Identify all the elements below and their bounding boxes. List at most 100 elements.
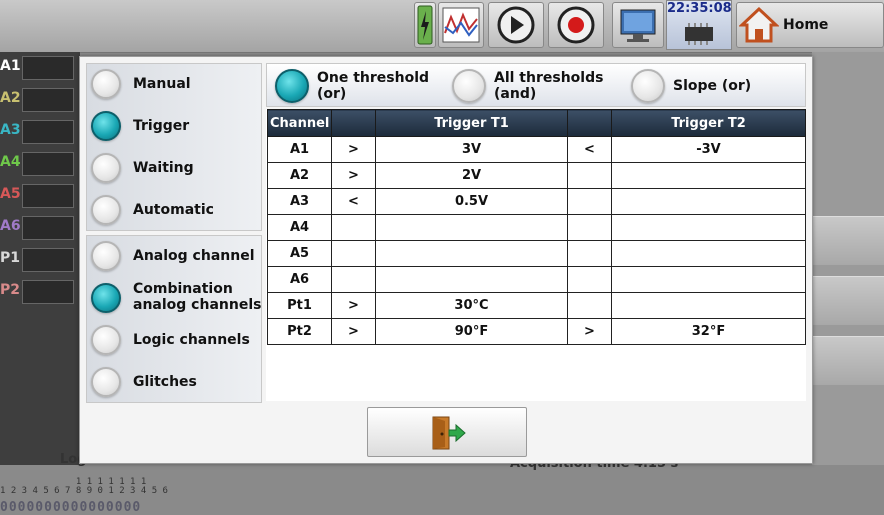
channel-label: A3	[0, 122, 21, 138]
radio-button-icon[interactable]	[631, 69, 665, 103]
cell-operator-t1[interactable]	[331, 240, 376, 267]
play-button[interactable]	[488, 2, 544, 48]
monitor-button[interactable]	[612, 2, 664, 48]
radio-button-icon[interactable]	[91, 367, 121, 397]
mode-option-manual[interactable]: Manual	[86, 63, 262, 105]
channel-row-a2[interactable]: A2	[0, 86, 80, 114]
mode-option-logic-channels[interactable]: Logic channels	[86, 319, 262, 361]
cell-channel: Pt2	[267, 318, 332, 345]
threshold-option-all-thresholds[interactable]: All thresholds (and)	[450, 64, 620, 108]
cell-value-t2[interactable]: -3V	[611, 136, 806, 163]
mode-option-combination-analog-channels[interactable]: Combination analog channels	[86, 277, 262, 319]
channel-row-p1[interactable]: P1	[0, 246, 80, 274]
cell-operator-t1[interactable]	[331, 214, 376, 241]
mode-option-waiting[interactable]: Waiting	[86, 147, 262, 189]
channel-row-a4[interactable]: A4	[0, 150, 80, 178]
cell-value-t2[interactable]	[611, 188, 806, 215]
mode-option-glitches[interactable]: Glitches	[86, 361, 262, 403]
cell-value-t2[interactable]	[611, 266, 806, 293]
cell-operator-t2[interactable]	[567, 240, 612, 267]
threshold-option-slope-or[interactable]: Slope (or)	[629, 64, 799, 108]
chart-icon[interactable]	[438, 2, 484, 48]
background-card	[812, 336, 884, 385]
cell-channel: A6	[267, 266, 332, 293]
mode-option-trigger[interactable]: Trigger	[86, 105, 262, 147]
mode-option-label-line1: Combination	[133, 281, 233, 297]
radio-button-icon[interactable]	[91, 283, 121, 313]
radio-button-icon[interactable]	[275, 69, 309, 103]
home-button[interactable]: Home	[736, 2, 884, 48]
radio-button-icon[interactable]	[452, 69, 486, 103]
cell-value-t1[interactable]	[375, 266, 568, 293]
record-button[interactable]	[548, 2, 604, 48]
cell-value-t1[interactable]: 30°C	[375, 292, 568, 319]
channel-row-a6[interactable]: A6	[0, 214, 80, 242]
channel-row-a3[interactable]: A3	[0, 118, 80, 146]
threshold-option-one-threshold[interactable]: One threshold (or)	[273, 64, 443, 108]
cell-operator-t1[interactable]: >	[331, 318, 376, 345]
channel-value-box	[22, 280, 74, 304]
mode-option-label: Trigger	[133, 118, 190, 134]
cell-value-t2[interactable]: 32°F	[611, 318, 806, 345]
header-operator-t1	[331, 109, 376, 137]
trigger-settings-dialog: Manual Trigger Waiting Automatic Analog chan…	[79, 56, 813, 464]
channel-label: A6	[0, 218, 21, 234]
cell-value-t2[interactable]	[611, 292, 806, 319]
cell-operator-t2[interactable]	[567, 292, 612, 319]
cell-channel: Pt1	[267, 292, 332, 319]
cell-operator-t1[interactable]	[331, 266, 376, 293]
trigger-mode-panel: Manual Trigger Waiting Automatic Analog chan…	[86, 63, 262, 403]
cell-value-t2[interactable]	[611, 214, 806, 241]
radio-button-icon[interactable]	[91, 241, 121, 271]
exit-button[interactable]	[367, 407, 527, 457]
radio-button-icon[interactable]	[91, 195, 121, 225]
cell-value-t1[interactable]: 3V	[375, 136, 568, 163]
cell-operator-t2[interactable]	[567, 214, 612, 241]
radio-button-icon[interactable]	[91, 153, 121, 183]
channel-row-a5[interactable]: A5	[0, 182, 80, 210]
cell-value-t2[interactable]	[611, 162, 806, 189]
cell-operator-t2[interactable]: >	[567, 318, 612, 345]
table-row: A2 >2V	[267, 162, 806, 189]
channel-value-box	[22, 248, 74, 272]
monitor-icon	[620, 9, 656, 42]
cell-channel: A5	[267, 240, 332, 267]
cell-value-t1[interactable]: 0.5V	[375, 188, 568, 215]
table-row: A6	[267, 266, 806, 293]
table-row: A3 <0.5V	[267, 188, 806, 215]
cell-operator-t2[interactable]	[567, 188, 612, 215]
cell-value-t1[interactable]	[375, 214, 568, 241]
channel-row-p2[interactable]: P2	[0, 278, 80, 306]
trigger-table: Channel Trigger T1 Trigger T2 A1 >3V < -3V A…	[267, 109, 806, 345]
mode-option-label: Glitches	[133, 374, 197, 390]
mode-option-automatic[interactable]: Automatic	[86, 189, 262, 231]
radio-button-icon[interactable]	[91, 325, 121, 355]
cell-value-t2[interactable]	[611, 240, 806, 267]
mode-option-analog-channel[interactable]: Analog channel	[86, 235, 262, 277]
cell-operator-t2[interactable]: <	[567, 136, 612, 163]
cell-operator-t1[interactable]: <	[331, 188, 376, 215]
home-icon	[739, 6, 779, 43]
mode-option-label: Manual	[133, 76, 191, 92]
mode-option-label: Automatic	[133, 202, 214, 218]
cell-value-t1[interactable]: 2V	[375, 162, 568, 189]
threshold-option-label: All thresholds	[494, 70, 604, 86]
record-icon	[557, 6, 595, 44]
radio-button-icon[interactable]	[91, 69, 121, 99]
background-card	[812, 276, 884, 325]
cell-value-t1[interactable]: 90°F	[375, 318, 568, 345]
cell-value-t1[interactable]	[375, 240, 568, 267]
cell-operator-t1[interactable]: >	[331, 292, 376, 319]
top-toolbar: 22:35:08 Home	[0, 0, 884, 53]
header-trigger-t1: Trigger T1	[375, 109, 568, 137]
cell-operator-t2[interactable]	[567, 266, 612, 293]
cell-operator-t2[interactable]	[567, 162, 612, 189]
channel-list: A1 A2 A3 A4 A5 A6 P1 P2	[0, 52, 80, 515]
cell-operator-t1[interactable]: >	[331, 162, 376, 189]
channel-label: P2	[0, 282, 21, 298]
cell-operator-t1[interactable]: >	[331, 136, 376, 163]
channel-label: A1	[0, 58, 21, 74]
radio-button-icon[interactable]	[91, 111, 121, 141]
channel-row-a1[interactable]: A1	[0, 54, 80, 82]
table-row: Pt2 >90°F >32°F	[267, 318, 806, 345]
